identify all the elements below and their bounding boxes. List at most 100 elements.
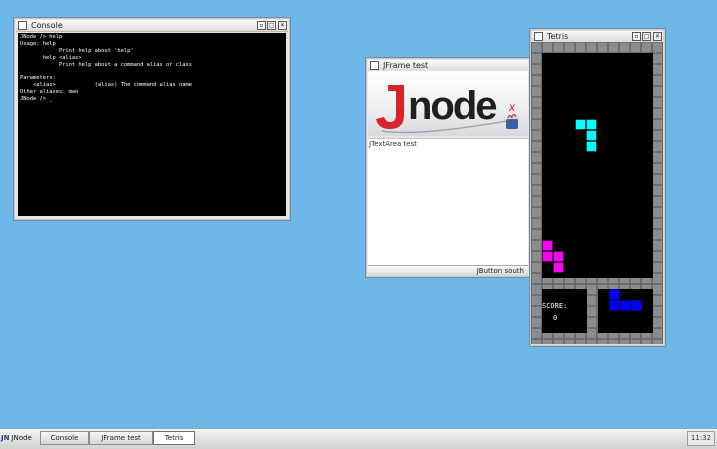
clock-text: 11:32	[690, 434, 712, 442]
console-output[interactable]: JNode /> help Usage: help Print help abo…	[18, 33, 286, 216]
tetris-border-cell	[531, 42, 542, 53]
jbutton-south[interactable]: JButton south	[368, 265, 528, 276]
tetris-border-cell	[542, 339, 553, 344]
tetris-border-cell	[652, 185, 663, 196]
tetris-border-cell	[586, 306, 597, 317]
task-console[interactable]: Console	[40, 431, 89, 445]
console-window[interactable]: Console ▫ □ ✕ JNode /> help Usage: help …	[13, 17, 291, 221]
tetris-border-cell	[586, 42, 597, 53]
tetris-border-cell	[641, 42, 652, 53]
console-text: JNode /> help Usage: help Print help abo…	[20, 34, 193, 103]
tetris-border-cell	[531, 75, 542, 86]
tetris-border-cell	[531, 97, 542, 108]
tetris-border-cell	[586, 339, 597, 344]
tetris-border-cell	[630, 42, 641, 53]
tetris-border-cell	[531, 240, 542, 251]
tetris-border-cell	[652, 284, 663, 295]
tetris-border-cell	[531, 185, 542, 196]
tetris-border-cell	[531, 53, 542, 64]
jnode-logo: node x	[368, 71, 528, 136]
tetris-border-cell	[652, 42, 663, 53]
tetris-border-cell	[597, 339, 608, 344]
tetris-border-cell	[553, 339, 564, 344]
window-menu-icon[interactable]	[534, 32, 543, 41]
task-label: Tetris	[164, 434, 184, 442]
start-label: JNode	[11, 434, 32, 442]
tetris-score-label: SCORE:	[542, 302, 568, 310]
stacked-piece-cell	[553, 262, 564, 273]
svg-text:node: node	[408, 84, 496, 128]
tetris-border-cell	[652, 53, 663, 64]
jtextarea[interactable]: JTextArea test	[368, 138, 528, 265]
tetris-border-cell	[531, 196, 542, 207]
console-title: Console	[31, 21, 63, 30]
tetris-border-cell	[531, 119, 542, 130]
tetris-border-cell	[575, 339, 586, 344]
window-menu-icon[interactable]	[370, 61, 379, 70]
tetris-border-cell	[652, 262, 663, 273]
falling-piece-cell	[586, 130, 597, 141]
tetris-border-cell	[531, 262, 542, 273]
tetris-border-cell	[586, 328, 597, 339]
tetris-border-cell	[553, 42, 564, 53]
maximize-icon[interactable]: □	[267, 21, 276, 30]
jnode-logo-graphic: node x	[376, 84, 519, 134]
jframe-title: JFrame test	[383, 61, 429, 70]
tetris-border-cell	[531, 207, 542, 218]
tetris-board	[542, 53, 653, 278]
tetris-border-cell	[531, 174, 542, 185]
stacked-piece-cell	[553, 251, 564, 262]
tetris-border-cell	[652, 141, 663, 152]
clock: 11:32	[687, 431, 715, 446]
task-tetris[interactable]: Tetris	[153, 431, 195, 445]
minimize-icon[interactable]: ▫	[632, 32, 641, 41]
tetris-next-panel	[598, 289, 653, 333]
tetris-border-cell	[531, 152, 542, 163]
jnode-start-icon: JN	[1, 434, 10, 442]
close-icon[interactable]: ✕	[653, 32, 662, 41]
tetris-border-cell	[652, 218, 663, 229]
tetris-border-cell	[564, 339, 575, 344]
next-piece-cell	[620, 300, 631, 311]
tetris-border-cell	[608, 42, 619, 53]
tetris-border-cell	[652, 306, 663, 317]
tetris-game-area[interactable]	[531, 42, 663, 344]
tetris-border-cell	[531, 229, 542, 240]
start-button[interactable]: JN JNode	[1, 431, 32, 446]
tetris-border-cell	[531, 163, 542, 174]
next-piece-cell	[631, 300, 642, 311]
task-jframe-test[interactable]: JFrame test	[89, 431, 153, 445]
window-menu-icon[interactable]	[18, 21, 27, 30]
tetris-border-cell	[652, 207, 663, 218]
jframe-test-window[interactable]: JFrame test node x JTextArea test JButto…	[365, 57, 531, 278]
tetris-border-cell	[652, 328, 663, 339]
tetris-border-cell	[652, 97, 663, 108]
tetris-border-cell	[531, 86, 542, 97]
close-icon[interactable]: ✕	[278, 21, 287, 30]
tetris-border-cell	[652, 295, 663, 306]
tetris-border-cell	[531, 306, 542, 317]
tetris-border-cell	[652, 273, 663, 284]
tetris-border-cell	[652, 64, 663, 75]
tetris-border-cell	[542, 42, 553, 53]
console-titlebar[interactable]: Console ▫ □ ✕	[16, 20, 288, 32]
tetris-border-cell	[531, 295, 542, 306]
tetris-border-cell	[652, 339, 663, 344]
next-piece-cell	[609, 300, 620, 311]
tetris-border-cell	[652, 152, 663, 163]
stacked-piece-cell	[542, 251, 553, 262]
tetris-border-cell	[652, 75, 663, 86]
tetris-title: Tetris	[547, 32, 569, 41]
task-label: Console	[50, 434, 79, 442]
tetris-border-cell	[531, 108, 542, 119]
tetris-border-cell	[575, 42, 586, 53]
tetris-border-cell	[531, 141, 542, 152]
next-piece-cell	[609, 289, 620, 300]
tetris-border-cell	[586, 317, 597, 328]
tetris-border-cell	[531, 339, 542, 344]
minimize-icon[interactable]: ▫	[257, 21, 266, 30]
tetris-score-panel	[542, 289, 587, 333]
tetris-border-cell	[652, 240, 663, 251]
falling-piece-cell	[586, 141, 597, 152]
maximize-icon[interactable]: □	[642, 32, 651, 41]
